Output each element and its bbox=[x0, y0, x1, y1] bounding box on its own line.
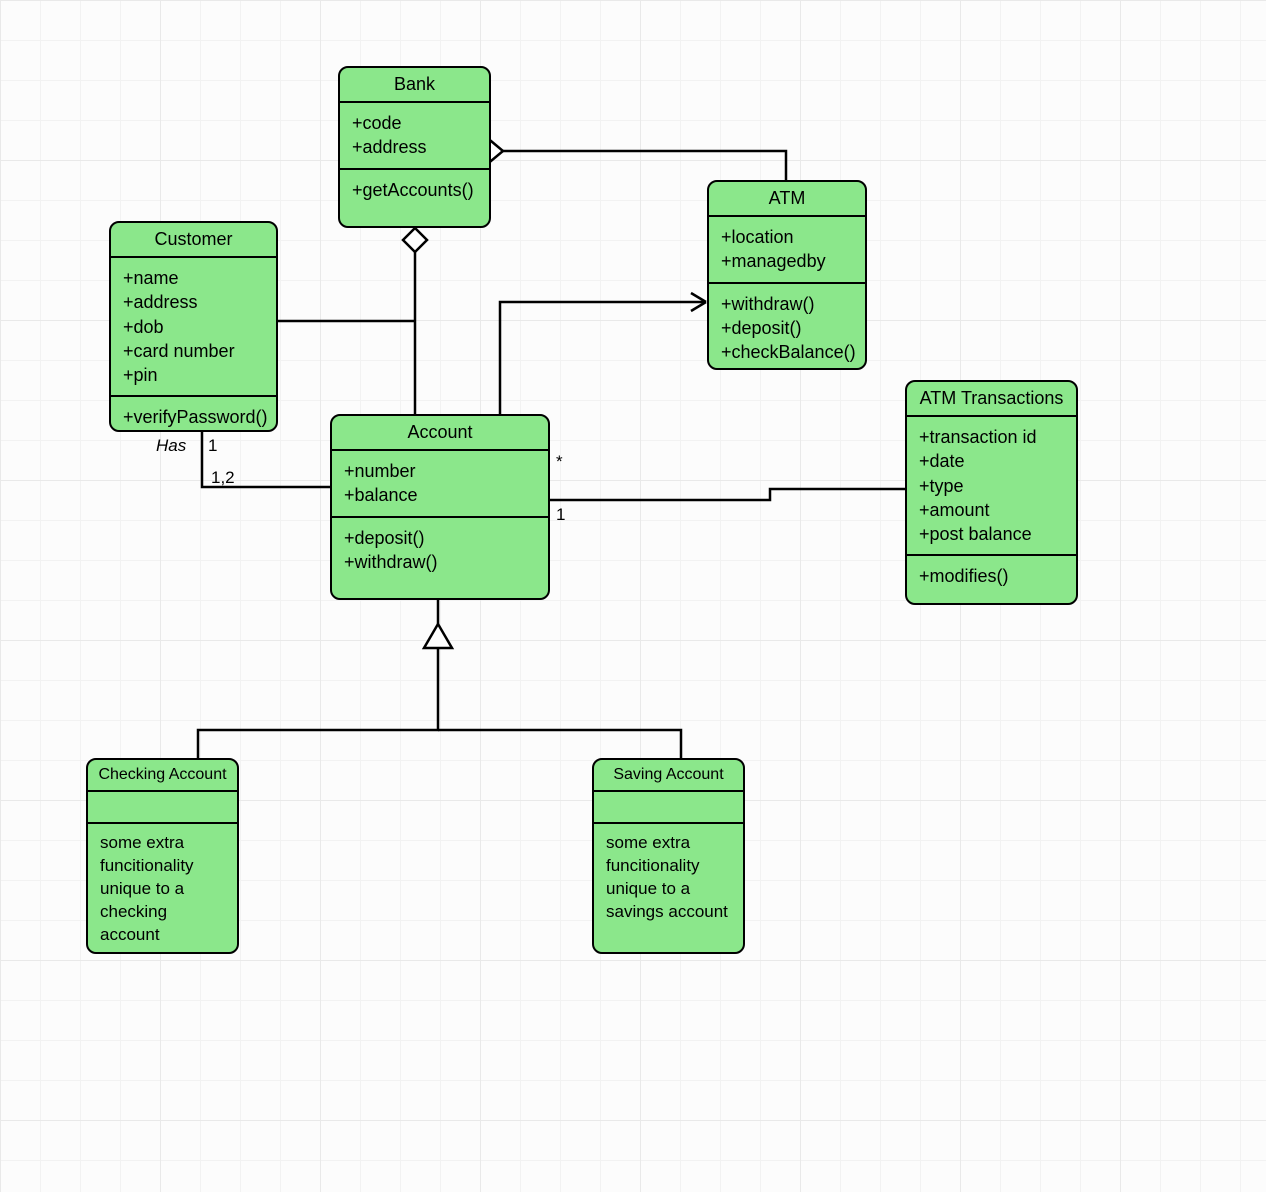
class-checking-account[interactable]: Checking Account some extra funcitionali… bbox=[86, 758, 239, 954]
class-ops: +deposit() +withdraw() bbox=[332, 518, 548, 598]
class-title: Saving Account bbox=[594, 760, 743, 792]
class-attrs: +name +address +dob +card number +pin bbox=[111, 258, 276, 397]
class-title: Account bbox=[332, 416, 548, 451]
class-title: Checking Account bbox=[88, 760, 237, 792]
class-ops: +withdraw() +deposit() +checkBalance() bbox=[709, 284, 865, 370]
multiplicity-customer: 1 bbox=[208, 436, 217, 456]
class-bank[interactable]: Bank +code +address +getAccounts() bbox=[338, 66, 491, 228]
class-attrs: +transaction id +date +type +amount +pos… bbox=[907, 417, 1076, 556]
multiplicity-account-customer: 1,2 bbox=[211, 468, 235, 488]
class-title: ATM Transactions bbox=[907, 382, 1076, 417]
class-title: ATM bbox=[709, 182, 865, 217]
class-ops: +modifies() bbox=[907, 556, 1076, 596]
class-attrs: +location +managedby bbox=[709, 217, 865, 284]
class-attrs bbox=[594, 792, 743, 824]
class-ops: +getAccounts() bbox=[340, 170, 489, 210]
class-ops: some extra funcitionality unique to a ch… bbox=[88, 824, 237, 954]
class-customer[interactable]: Customer +name +address +dob +card numbe… bbox=[109, 221, 278, 432]
class-attrs: +code +address bbox=[340, 103, 489, 170]
class-attrs: +number +balance bbox=[332, 451, 548, 518]
class-ops: +verifyPassword() bbox=[111, 397, 276, 432]
class-account[interactable]: Account +number +balance +deposit() +wit… bbox=[330, 414, 550, 600]
class-saving-account[interactable]: Saving Account some extra funcitionality… bbox=[592, 758, 745, 954]
multiplicity-account-tx: 1 bbox=[556, 505, 565, 525]
class-ops: some extra funcitionality unique to a sa… bbox=[594, 824, 743, 952]
assoc-label-has: Has bbox=[156, 436, 186, 456]
class-attrs bbox=[88, 792, 237, 824]
class-atm-transactions[interactable]: ATM Transactions +transaction id +date +… bbox=[905, 380, 1078, 605]
class-atm[interactable]: ATM +location +managedby +withdraw() +de… bbox=[707, 180, 867, 370]
class-title: Bank bbox=[340, 68, 489, 103]
multiplicity-account-atm: * bbox=[556, 452, 563, 472]
class-title: Customer bbox=[111, 223, 276, 258]
